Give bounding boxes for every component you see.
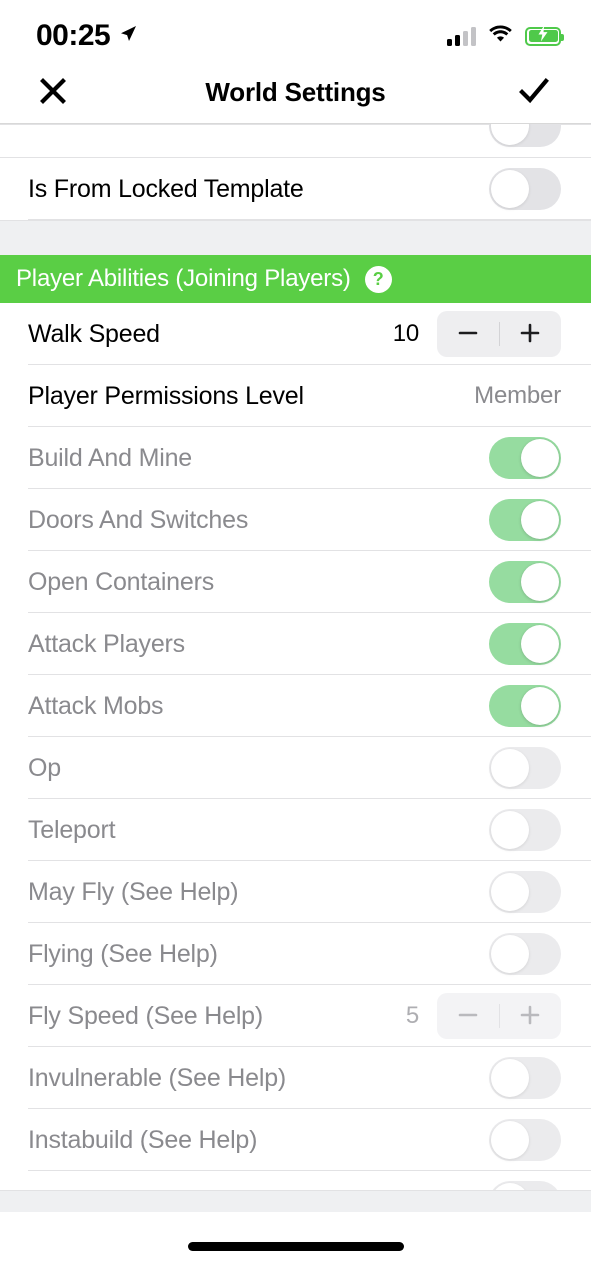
battery-charging-icon: [525, 25, 564, 46]
row-label: Is From Locked Template: [28, 174, 304, 203]
row-label: Attack Players: [28, 629, 185, 658]
row-label: Open Containers: [28, 567, 215, 596]
toggle-attack-mobs[interactable]: [489, 685, 561, 727]
plus-icon: [518, 1003, 542, 1030]
status-bar: 00:25: [0, 0, 591, 62]
help-icon[interactable]: ?: [364, 265, 392, 293]
row-control: 10: [393, 311, 561, 357]
toggle-is-from-locked-template[interactable]: [489, 168, 561, 210]
toggle-build-and-mine[interactable]: [489, 437, 561, 479]
walk-speed-stepper[interactable]: [437, 311, 561, 357]
row-op[interactable]: Op: [0, 737, 591, 799]
section-separator: [0, 220, 591, 255]
toggle-teleport[interactable]: [489, 809, 561, 851]
toggle-may-fly[interactable]: [489, 871, 561, 913]
row-instabuild[interactable]: Instabuild (See Help): [0, 1109, 591, 1171]
row-teleport[interactable]: Teleport: [0, 799, 591, 861]
toggle-lightning[interactable]: [489, 1181, 561, 1190]
row-flying[interactable]: Flying (See Help): [0, 923, 591, 985]
section-header-title: Player Abilities (Joining Players): [16, 265, 351, 292]
plus-icon: [518, 321, 542, 348]
row-invulnerable[interactable]: Invulnerable (See Help): [0, 1047, 591, 1109]
wifi-icon: [488, 24, 513, 48]
status-bar-clock: 00:25: [36, 19, 111, 52]
row-doors-and-switches[interactable]: Doors And Switches: [0, 489, 591, 551]
checkmark-icon: [518, 76, 550, 109]
row-label: Lightning (See Help): [28, 1188, 252, 1191]
row-label: Flying (See Help): [28, 939, 218, 968]
partial-row-above[interactable]: [0, 124, 591, 158]
toggle-attack-players[interactable]: [489, 623, 561, 665]
fly-speed-decrement-button[interactable]: [437, 993, 499, 1039]
row-walk-speed[interactable]: Walk Speed 10: [0, 303, 591, 365]
walk-speed-value: 10: [392, 320, 419, 347]
row-label: Invulnerable (See Help): [28, 1063, 287, 1092]
row-label: Attack Mobs: [28, 691, 164, 720]
toggle-invulnerable[interactable]: [489, 1057, 561, 1099]
walk-speed-decrement-button[interactable]: [437, 311, 499, 357]
row-control: 5: [406, 993, 561, 1039]
row-label: Build And Mine: [28, 443, 192, 472]
row-label: Instabuild (See Help): [28, 1125, 258, 1154]
row-open-containers[interactable]: Open Containers: [0, 551, 591, 613]
phone-screen: 00:25 World Settings Is From Locked Temp…: [0, 0, 591, 1280]
minus-icon: [456, 321, 480, 348]
bottom-section-separator: [0, 1190, 591, 1212]
minus-icon: [456, 1003, 480, 1030]
cellular-signal-icon: [447, 26, 476, 46]
row-label: Fly Speed (See Help): [28, 1001, 264, 1030]
toggle-doors-and-switches[interactable]: [489, 499, 561, 541]
row-label: Doors And Switches: [28, 505, 249, 534]
toggle-instabuild[interactable]: [489, 1119, 561, 1161]
confirm-button[interactable]: [511, 70, 557, 116]
row-is-from-locked-template[interactable]: Is From Locked Template: [0, 158, 591, 220]
row-label: Walk Speed: [28, 319, 160, 348]
status-bar-right: [447, 24, 564, 48]
fly-speed-increment-button[interactable]: [500, 993, 562, 1039]
home-indicator[interactable]: [187, 1241, 404, 1251]
row-label: Player Permissions Level: [28, 381, 304, 410]
toggle-switch[interactable]: [489, 124, 561, 147]
row-attack-mobs[interactable]: Attack Mobs: [0, 675, 591, 737]
toggle-flying[interactable]: [489, 933, 561, 975]
row-fly-speed[interactable]: Fly Speed (See Help) 5: [0, 985, 591, 1047]
settings-list[interactable]: Is From Locked Template Player Abilities…: [0, 124, 591, 1190]
home-indicator-area: [0, 1212, 591, 1280]
row-build-and-mine[interactable]: Build And Mine: [0, 427, 591, 489]
status-bar-left: 00:25: [36, 21, 138, 51]
player-permissions-level-value: Member: [474, 382, 561, 409]
row-may-fly[interactable]: May Fly (See Help): [0, 861, 591, 923]
navigation-bar: World Settings: [0, 62, 591, 124]
row-player-permissions-level[interactable]: Player Permissions Level Member: [0, 365, 591, 427]
row-label: Teleport: [28, 815, 116, 844]
row-label: Op: [28, 753, 61, 782]
row-lightning[interactable]: Lightning (See Help): [0, 1171, 591, 1190]
close-button[interactable]: [30, 70, 76, 116]
section-header-player-abilities: Player Abilities (Joining Players) ?: [0, 255, 591, 303]
row-attack-players[interactable]: Attack Players: [0, 613, 591, 675]
toggle-open-containers[interactable]: [489, 561, 561, 603]
toggle-op[interactable]: [489, 747, 561, 789]
walk-speed-increment-button[interactable]: [500, 311, 562, 357]
page-title: World Settings: [205, 77, 386, 107]
row-label: May Fly (See Help): [28, 877, 239, 906]
location-arrow-icon: [118, 24, 138, 49]
close-icon: [38, 76, 68, 109]
fly-speed-stepper[interactable]: [437, 993, 561, 1039]
fly-speed-value: 5: [405, 1002, 419, 1029]
